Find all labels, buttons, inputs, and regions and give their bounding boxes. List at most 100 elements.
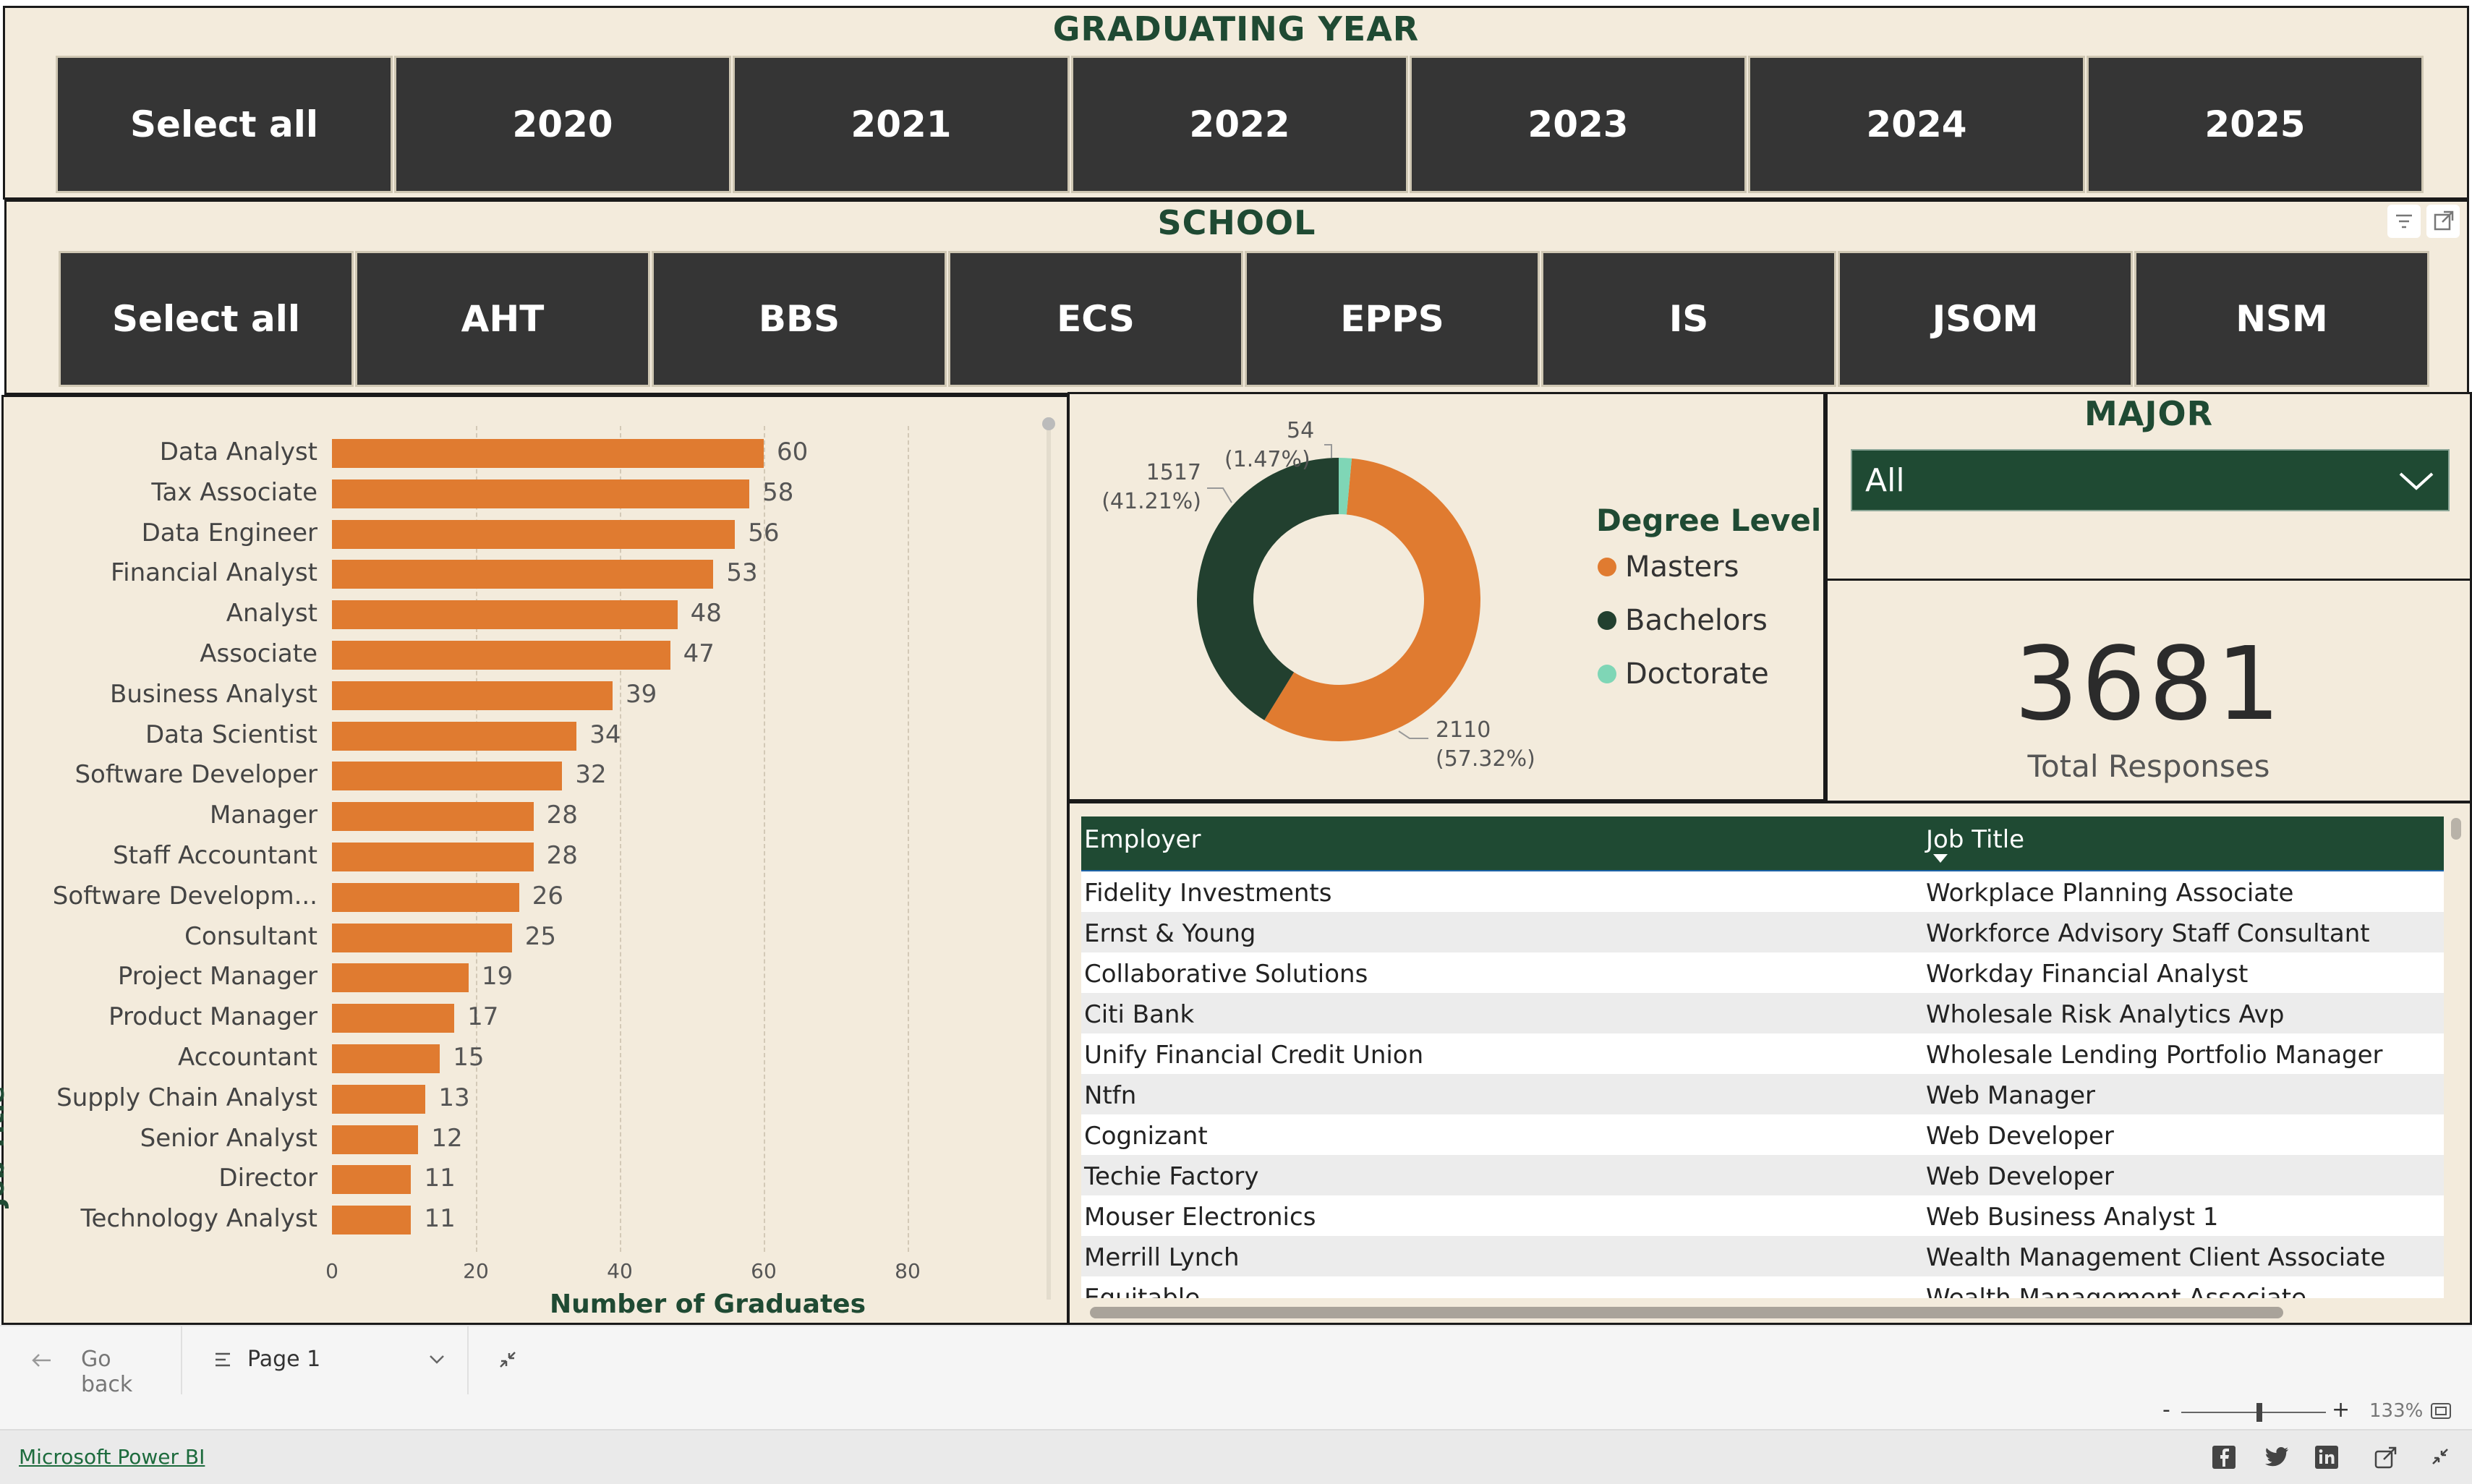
x-tick-label: 20 bbox=[463, 1259, 489, 1283]
bar[interactable] bbox=[332, 1084, 426, 1114]
microsoft-power-bi-link[interactable]: Microsoft Power BI bbox=[19, 1445, 205, 1469]
job-title-bar-chart: Job Title 0 20 40 60 80 Data Analyst 60 Tax Ass… bbox=[0, 395, 1069, 1325]
chart-scrollbar[interactable] bbox=[1042, 417, 1055, 1300]
bar[interactable] bbox=[332, 963, 469, 993]
category-label: Consultant bbox=[184, 921, 317, 951]
year-button-2024[interactable]: 2024 bbox=[1748, 56, 2085, 193]
category-label: Accountant bbox=[178, 1043, 317, 1072]
facebook-icon[interactable] bbox=[2212, 1445, 2236, 1472]
twitter-icon[interactable] bbox=[2264, 1445, 2290, 1472]
bar[interactable] bbox=[332, 843, 534, 871]
page-selector[interactable]: Page 1 bbox=[214, 1347, 453, 1378]
bar[interactable] bbox=[332, 923, 512, 952]
year-button-2021[interactable]: 2021 bbox=[733, 56, 1070, 193]
bar[interactable] bbox=[332, 681, 613, 710]
share-icon[interactable] bbox=[2374, 1445, 2398, 1472]
bar[interactable] bbox=[332, 1125, 419, 1154]
year-button-2020[interactable]: 2020 bbox=[394, 56, 731, 193]
legend-title: Degree Level bbox=[1596, 503, 1822, 538]
cell-employer: Unify Financial Credit Union bbox=[1084, 1041, 1424, 1070]
category-label: Data Analyst bbox=[159, 438, 317, 466]
gridline bbox=[908, 426, 909, 1252]
x-tick-label: 60 bbox=[751, 1259, 777, 1283]
bar-value-label: 47 bbox=[683, 639, 715, 668]
header-employer[interactable]: Employer bbox=[1084, 825, 1201, 854]
school-button-bbs[interactable]: BBS bbox=[652, 251, 947, 387]
cell-employer: Citi Bank bbox=[1084, 1000, 1195, 1029]
table-row[interactable]: Merrill Lynch Wealth Management Client As… bbox=[1081, 1236, 2444, 1277]
table-row[interactable]: Fidelity Investments Workplace Planning A… bbox=[1081, 871, 2444, 913]
legend-item-masters[interactable]: Masters bbox=[1598, 550, 1739, 584]
legend-item-doctorate[interactable]: Doctorate bbox=[1598, 657, 1769, 691]
x-axis-title: Number of Graduates bbox=[550, 1289, 866, 1319]
table-row[interactable]: Cognizant Web Developer bbox=[1081, 1114, 2444, 1156]
vertical-scrollbar[interactable] bbox=[2451, 818, 2461, 840]
cell-job-title: Workday Financial Analyst bbox=[1926, 960, 2249, 989]
table-row[interactable]: Techie Factory Web Developer bbox=[1081, 1155, 2444, 1196]
employer-table-panel: Employer Job Title Fidelity Investments W… bbox=[1067, 801, 2472, 1325]
bar[interactable] bbox=[332, 1206, 412, 1235]
horizontal-scrollbar[interactable] bbox=[1090, 1307, 2283, 1318]
bar[interactable] bbox=[332, 479, 750, 508]
table-row[interactable]: Collaborative Solutions Workday Financial… bbox=[1081, 952, 2444, 994]
table-row[interactable]: Ntfn Web Manager bbox=[1081, 1074, 2444, 1115]
school-button-epps[interactable]: EPPS bbox=[1245, 251, 1540, 387]
bar[interactable] bbox=[332, 1044, 440, 1073]
zoom-out-button[interactable]: - bbox=[2162, 1397, 2170, 1423]
zoom-slider[interactable] bbox=[2181, 1403, 2326, 1422]
category-label: Data Engineer bbox=[141, 518, 317, 547]
focus-mode-icon[interactable] bbox=[2426, 205, 2460, 238]
table-header: Employer Job Title bbox=[1081, 816, 2444, 872]
bar-value-label: 11 bbox=[424, 1204, 456, 1234]
bar[interactable] bbox=[332, 641, 670, 670]
header-job-title[interactable]: Job Title bbox=[1926, 825, 2024, 854]
category-label: Staff Accountant bbox=[113, 841, 317, 870]
table-row[interactable]: Unify Financial Credit Union Wholesale Le… bbox=[1081, 1033, 2444, 1075]
bar[interactable] bbox=[332, 1004, 455, 1033]
major-dropdown[interactable]: All bbox=[1851, 449, 2450, 511]
table-row[interactable]: Ernst & Young Workforce Advisory Staff Co… bbox=[1081, 912, 2444, 953]
bar-value-label: 53 bbox=[726, 558, 758, 588]
fit-to-page-icon[interactable] bbox=[2430, 1402, 2452, 1423]
filter-icon[interactable] bbox=[2387, 205, 2421, 238]
table-row[interactable]: Citi Bank Wholesale Risk Analytics Avp bbox=[1081, 993, 2444, 1034]
year-button-2025[interactable]: 2025 bbox=[2087, 56, 2424, 193]
bar[interactable] bbox=[332, 802, 534, 832]
linkedin-icon[interactable] bbox=[2314, 1445, 2339, 1472]
bar[interactable] bbox=[332, 721, 577, 751]
bar[interactable] bbox=[332, 600, 678, 630]
school-button-ecs[interactable]: ECS bbox=[948, 251, 1243, 387]
table-row[interactable]: Mouser Electronics Web Business Analyst 1 bbox=[1081, 1195, 2444, 1237]
year-button-select-all[interactable]: Select all bbox=[56, 56, 393, 193]
cell-job-title: Web Developer bbox=[1926, 1162, 2114, 1191]
cell-job-title: Wholesale Risk Analytics Avp bbox=[1926, 1000, 2285, 1029]
bar[interactable] bbox=[332, 882, 519, 912]
bar-value-label: 13 bbox=[438, 1083, 470, 1112]
bar[interactable] bbox=[332, 560, 714, 589]
year-button-2023[interactable]: 2023 bbox=[1410, 56, 1747, 193]
category-label: Software Developer bbox=[74, 760, 317, 790]
chevron-down-icon bbox=[2396, 466, 2437, 498]
school-button-jsom[interactable]: JSOM bbox=[1838, 251, 2133, 387]
legend-item-bachelors[interactable]: Bachelors bbox=[1598, 604, 1768, 637]
zoom-slider-thumb[interactable] bbox=[2256, 1403, 2262, 1422]
sort-descending-icon[interactable] bbox=[1932, 853, 1949, 867]
zoom-in-button[interactable]: + bbox=[2332, 1397, 2350, 1423]
school-button-select-all[interactable]: Select all bbox=[59, 251, 354, 387]
bar[interactable] bbox=[332, 1165, 412, 1195]
cell-job-title: Web Business Analyst 1 bbox=[1926, 1203, 2219, 1232]
school-button-is[interactable]: IS bbox=[1541, 251, 1836, 387]
collapse-icon[interactable] bbox=[495, 1347, 521, 1376]
table-row[interactable]: Equitable Wealth Management Associate bbox=[1081, 1276, 2444, 1298]
bar[interactable] bbox=[332, 519, 736, 549]
bar[interactable] bbox=[332, 439, 764, 468]
donut-slice-bachelors[interactable] bbox=[1197, 458, 1339, 720]
school-button-aht[interactable]: AHT bbox=[355, 251, 650, 387]
bar[interactable] bbox=[332, 762, 563, 791]
expand-icon[interactable] bbox=[2429, 1445, 2452, 1471]
bar-value-label: 28 bbox=[546, 801, 578, 830]
year-button-2022[interactable]: 2022 bbox=[1071, 56, 1408, 193]
school-button-nsm[interactable]: NSM bbox=[2134, 251, 2429, 387]
bar-value-label: 32 bbox=[575, 760, 607, 790]
cell-employer: Mouser Electronics bbox=[1084, 1203, 1316, 1232]
